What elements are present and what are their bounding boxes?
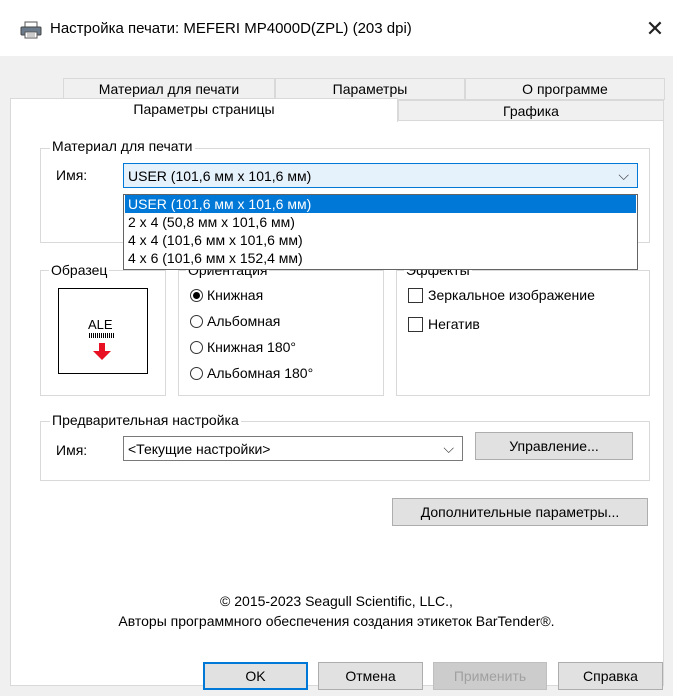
chevron-down-icon: ⌵ <box>443 440 454 456</box>
media-option[interactable]: USER (101,6 мм x 101,6 мм) <box>125 195 636 213</box>
media-name-label: Имя: <box>56 167 88 183</box>
media-option[interactable]: 4 x 4 (101,6 мм x 101,6 мм) <box>125 231 636 249</box>
feed-arrow-icon <box>93 343 111 364</box>
negative-checkbox[interactable]: Негатив <box>408 316 480 332</box>
ok-button[interactable]: OK <box>203 662 308 690</box>
preset-select-value: <Текущие настройки> <box>128 441 271 457</box>
checkbox-icon <box>408 317 423 332</box>
printer-icon <box>20 21 42 39</box>
advanced-parameters-button[interactable]: Дополнительные параметры... <box>392 498 648 526</box>
tab-media[interactable]: Материал для печати <box>63 78 275 100</box>
orientation-portrait[interactable]: Книжная <box>190 287 263 303</box>
media-option[interactable]: 4 x 6 (101,6 мм x 152,4 мм) <box>125 249 636 267</box>
preset-legend: Предварительная настройка <box>50 412 241 428</box>
radio-icon <box>190 367 203 380</box>
tab-graphics[interactable]: Графика <box>398 100 664 121</box>
preset-select[interactable]: <Текущие настройки> ⌵ <box>123 436 463 461</box>
sample-preview: ALE <box>58 288 148 374</box>
manage-button[interactable]: Управление... <box>475 432 633 460</box>
preset-name-label: Имя: <box>56 442 88 458</box>
media-select-value: USER (101,6 мм x 101,6 мм) <box>128 168 312 184</box>
help-button[interactable]: Справка <box>558 662 663 690</box>
sample-preview-text: ALE <box>88 317 113 332</box>
media-dropdown-list: USER (101,6 мм x 101,6 мм) 2 x 4 (50,8 м… <box>123 194 638 270</box>
copyright-line-1: © 2015-2023 Seagull Scientific, LLC., <box>220 593 453 609</box>
cancel-button[interactable]: Отмена <box>318 662 423 690</box>
title-bar: Настройка печати: MEFERI MP4000D(ZPL) (2… <box>0 0 673 56</box>
media-legend: Материал для печати <box>50 138 195 154</box>
media-select[interactable]: USER (101,6 мм x 101,6 мм) ⌵ <box>123 163 638 188</box>
orientation-landscape[interactable]: Альбомная <box>190 313 280 329</box>
radio-icon <box>190 341 203 354</box>
radio-icon <box>190 289 203 302</box>
mirror-checkbox[interactable]: Зеркальное изображение <box>408 287 595 303</box>
tab-parameters[interactable]: Параметры <box>275 78 465 100</box>
tab-about[interactable]: О программе <box>465 78 665 100</box>
orientation-portrait-180[interactable]: Книжная 180° <box>190 339 296 355</box>
media-option[interactable]: 2 x 4 (50,8 мм x 101,6 мм) <box>125 213 636 231</box>
radio-icon <box>190 315 203 328</box>
orientation-landscape-180[interactable]: Альбомная 180° <box>190 365 313 381</box>
sample-legend: Образец <box>49 262 110 278</box>
copyright-line-2: Авторы программного обеспечения создания… <box>118 613 555 629</box>
window-title: Настройка печати: MEFERI MP4000D(ZPL) (2… <box>50 20 412 37</box>
barcode-icon <box>89 333 115 338</box>
checkbox-icon <box>408 288 423 303</box>
apply-button[interactable]: Применить <box>433 662 547 690</box>
chevron-down-icon: ⌵ <box>618 167 629 183</box>
close-button[interactable]: ✕ <box>640 14 670 44</box>
tab-page-setup[interactable]: Параметры страницы <box>10 98 398 122</box>
